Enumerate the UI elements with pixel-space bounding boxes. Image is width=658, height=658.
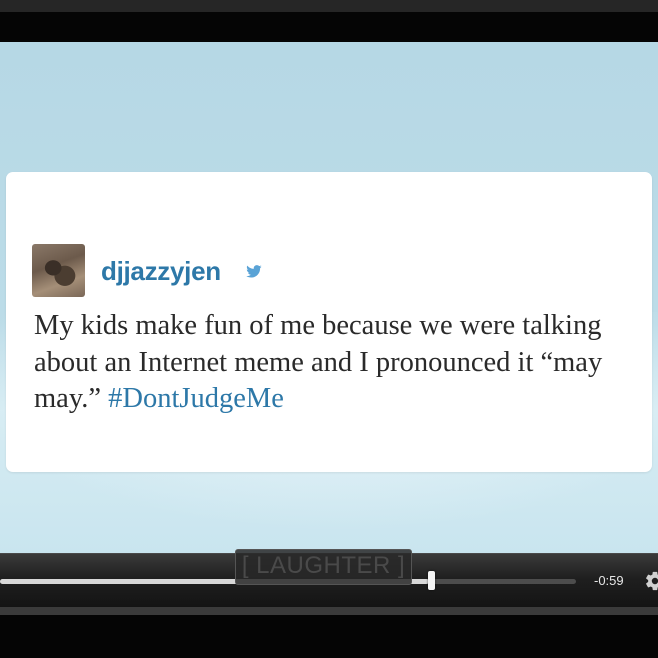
player-controls: [ LAUGHTER ] -0:59 [0, 549, 658, 608]
tweet-username: djjazzyjen [101, 256, 221, 286]
video-frame[interactable]: djjazzyjen My kids make fun of me becaus… [0, 42, 658, 553]
bottom-letterbox [0, 615, 658, 658]
bottom-frame-strip [0, 607, 658, 615]
top-frame-bar [0, 0, 658, 12]
tweet-card: djjazzyjen My kids make fun of me becaus… [6, 172, 652, 472]
time-remaining: -0:59 [594, 573, 624, 588]
caption-text: [ LAUGHTER ] [241, 552, 406, 579]
scrub-handle[interactable] [428, 571, 435, 590]
twitter-bird-icon [246, 265, 262, 278]
tweet-text: My kids make fun of me because we were t… [34, 308, 634, 418]
caption-box: [ LAUGHTER ] [235, 549, 412, 585]
top-letterbox [0, 12, 658, 42]
tweet-hashtag[interactable]: #DontJudgeMe [108, 383, 284, 414]
gear-icon[interactable] [644, 570, 658, 592]
avatar [32, 244, 85, 297]
